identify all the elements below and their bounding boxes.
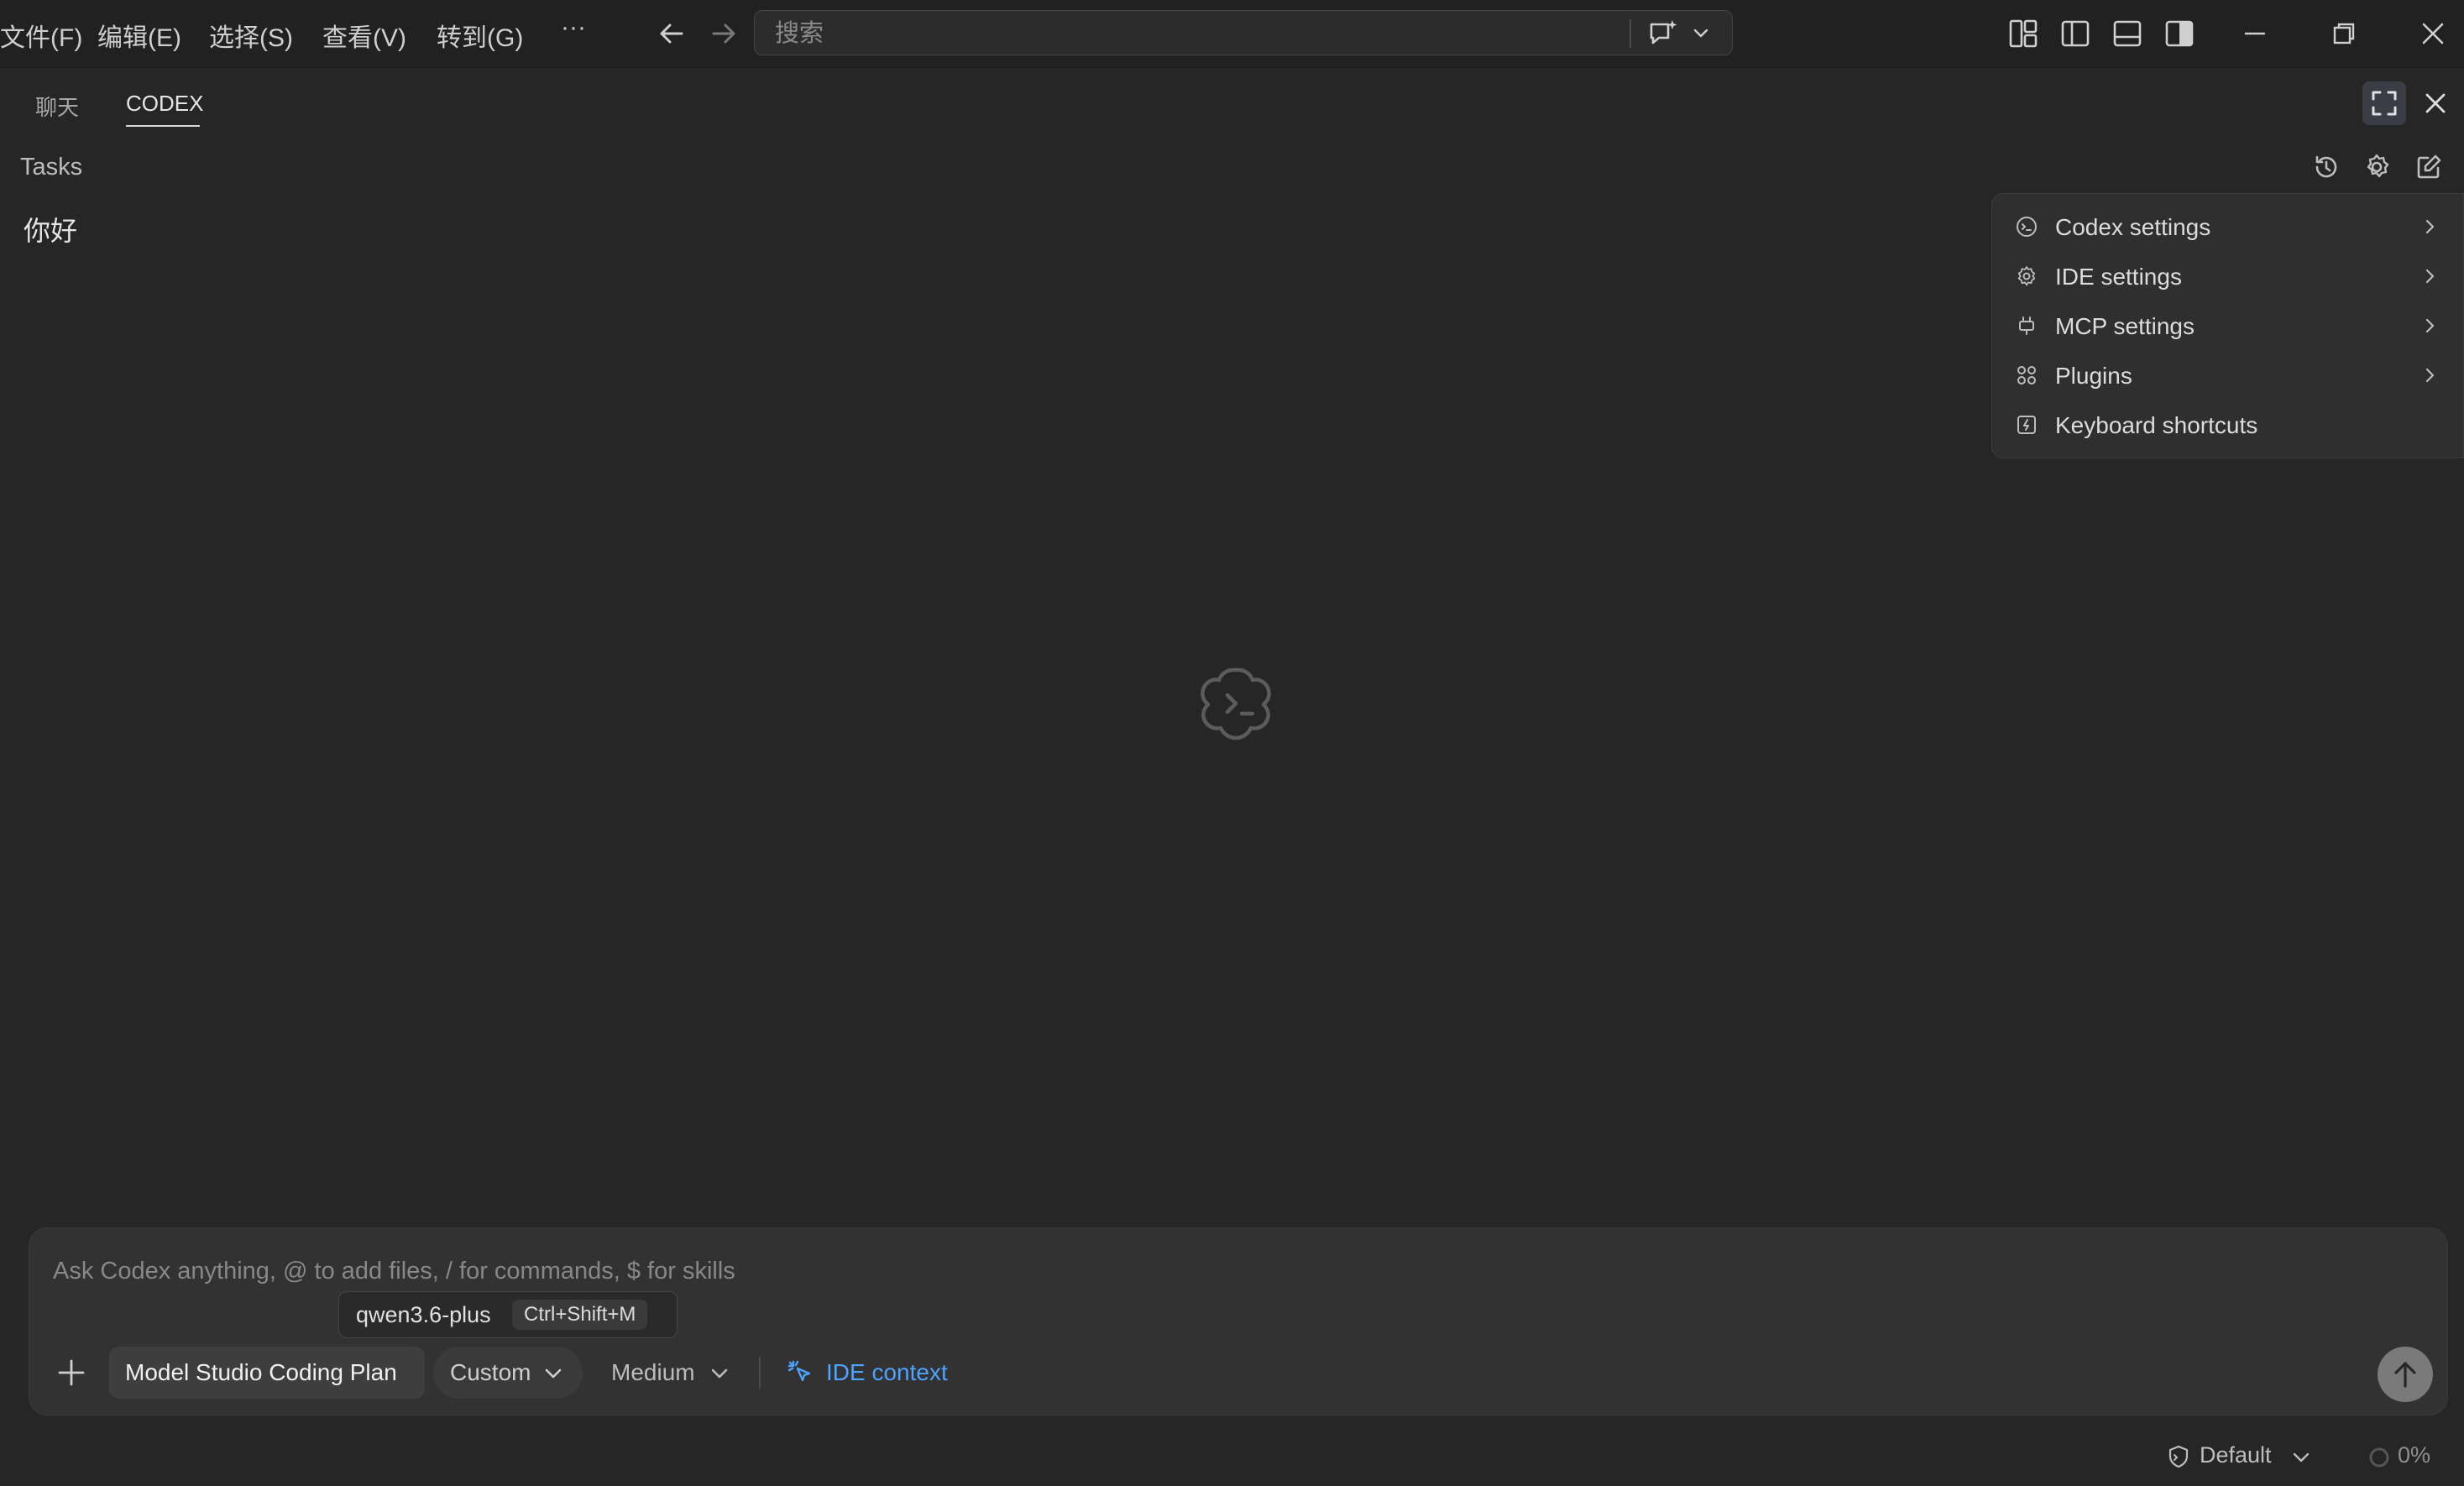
close-window-icon[interactable] xyxy=(2416,17,2450,50)
chevron-right-icon xyxy=(2420,364,2440,386)
back-arrow-icon[interactable] xyxy=(655,15,688,52)
tooltip-model-name: qwen3.6-plus xyxy=(356,1302,491,1327)
provider-selector[interactable]: Model Studio Coding Plan xyxy=(109,1347,425,1399)
new-task-compose-icon[interactable] xyxy=(2413,151,2445,183)
composer-divider xyxy=(759,1357,761,1389)
terminal-circle-icon xyxy=(2016,216,2038,238)
menu-go[interactable]: 转到(G) xyxy=(437,17,523,54)
send-button[interactable] xyxy=(2378,1347,2433,1402)
grid-icon xyxy=(2016,364,2038,386)
chevron-down-icon[interactable] xyxy=(1690,23,1712,44)
tasks-heading: Tasks xyxy=(20,154,83,181)
chevron-right-icon xyxy=(2420,216,2440,238)
provider-label: Model Studio Coding Plan xyxy=(125,1359,397,1385)
toggle-secondary-sidebar-icon[interactable] xyxy=(2163,17,2196,50)
menu-item-label: IDE settings xyxy=(2055,264,2182,290)
gear-icon xyxy=(2016,265,2038,287)
menu-item-mcp-settings[interactable]: MCP settings xyxy=(1992,301,2464,350)
menu-item-label: Codex settings xyxy=(2055,214,2211,240)
search-divider xyxy=(1630,19,1631,48)
model-tooltip: qwen3.6-plus Ctrl+Shift+M xyxy=(338,1291,677,1338)
keyboard-shortcut-icon xyxy=(2016,414,2038,436)
mode-selector[interactable]: Custom xyxy=(433,1347,583,1399)
active-tab-indicator xyxy=(126,125,200,127)
ide-context-label: IDE context xyxy=(826,1359,948,1385)
menu-selection[interactable]: 选择(S) xyxy=(209,17,293,54)
restore-icon[interactable] xyxy=(2327,17,2361,50)
menu-item-label: Keyboard shortcuts xyxy=(2055,412,2258,438)
menu-item-label: Plugins xyxy=(2055,363,2132,389)
tab-codex[interactable]: CODEX xyxy=(126,91,203,117)
menu-item-ide-settings[interactable]: IDE settings xyxy=(1992,252,2464,301)
prompt-input[interactable] xyxy=(51,1253,1902,1289)
menu-item-codex-settings[interactable]: Codex settings xyxy=(1992,202,2464,251)
settings-menu: Codex settings IDE settings MCP settings… xyxy=(1991,193,2464,458)
reasoning-selector[interactable]: Medium xyxy=(598,1347,745,1399)
context-usage: 0% xyxy=(2367,1439,2460,1473)
forward-arrow-icon[interactable] xyxy=(707,15,740,52)
cursor-sparkle-icon xyxy=(786,1358,814,1387)
chevron-down-icon xyxy=(709,1363,730,1384)
toggle-panel-icon[interactable] xyxy=(2111,17,2144,50)
codex-logo-icon xyxy=(1195,662,1281,747)
add-attachment-button[interactable] xyxy=(54,1355,89,1390)
reasoning-label: Medium xyxy=(611,1359,695,1385)
maximize-panel-button[interactable] xyxy=(2362,81,2406,125)
menu-file[interactable]: 文件(F) xyxy=(0,17,82,54)
context-usage-label: 0% xyxy=(2398,1442,2431,1468)
close-panel-icon[interactable] xyxy=(2420,87,2451,119)
usage-ring-icon xyxy=(2367,1446,2391,1469)
chevron-right-icon xyxy=(2420,265,2440,287)
menu-edit[interactable]: 编辑(E) xyxy=(97,17,181,54)
permission-mode-label: Default xyxy=(2200,1442,2272,1468)
minimize-icon[interactable] xyxy=(2238,17,2272,50)
mode-label: Custom xyxy=(450,1359,531,1385)
tab-chat[interactable]: 聊天 xyxy=(35,91,79,122)
chevron-right-icon xyxy=(2420,315,2440,337)
menu-item-label: MCP settings xyxy=(2055,313,2195,339)
menu-more[interactable]: ··· xyxy=(561,13,586,42)
chat-sparkle-icon[interactable] xyxy=(1646,18,1680,50)
settings-gear-icon[interactable] xyxy=(2361,151,2393,183)
title-bar: 文件(F) 编辑(E) 选择(S) 查看(V) 转到(G) ··· xyxy=(0,0,2464,70)
plug-icon xyxy=(2016,315,2038,337)
menu-view[interactable]: 查看(V) xyxy=(322,17,406,54)
search-input[interactable] xyxy=(773,18,1532,50)
toggle-primary-sidebar-icon[interactable] xyxy=(2059,17,2092,50)
chevron-down-icon xyxy=(2290,1447,2312,1468)
menu-item-keyboard-shortcuts[interactable]: Keyboard shortcuts xyxy=(1992,400,2464,449)
ide-context-button[interactable]: IDE context xyxy=(786,1347,979,1399)
search-box[interactable] xyxy=(754,10,1733,55)
history-icon[interactable] xyxy=(2310,151,2342,183)
task-item[interactable]: 你好 xyxy=(24,210,77,249)
tooltip-shortcut: Ctrl+Shift+M xyxy=(512,1300,648,1330)
customize-layout-icon[interactable] xyxy=(2006,17,2040,50)
shield-icon xyxy=(2166,1444,2191,1469)
menu-item-plugins[interactable]: Plugins xyxy=(1992,351,2464,400)
chevron-down-icon xyxy=(542,1363,564,1384)
